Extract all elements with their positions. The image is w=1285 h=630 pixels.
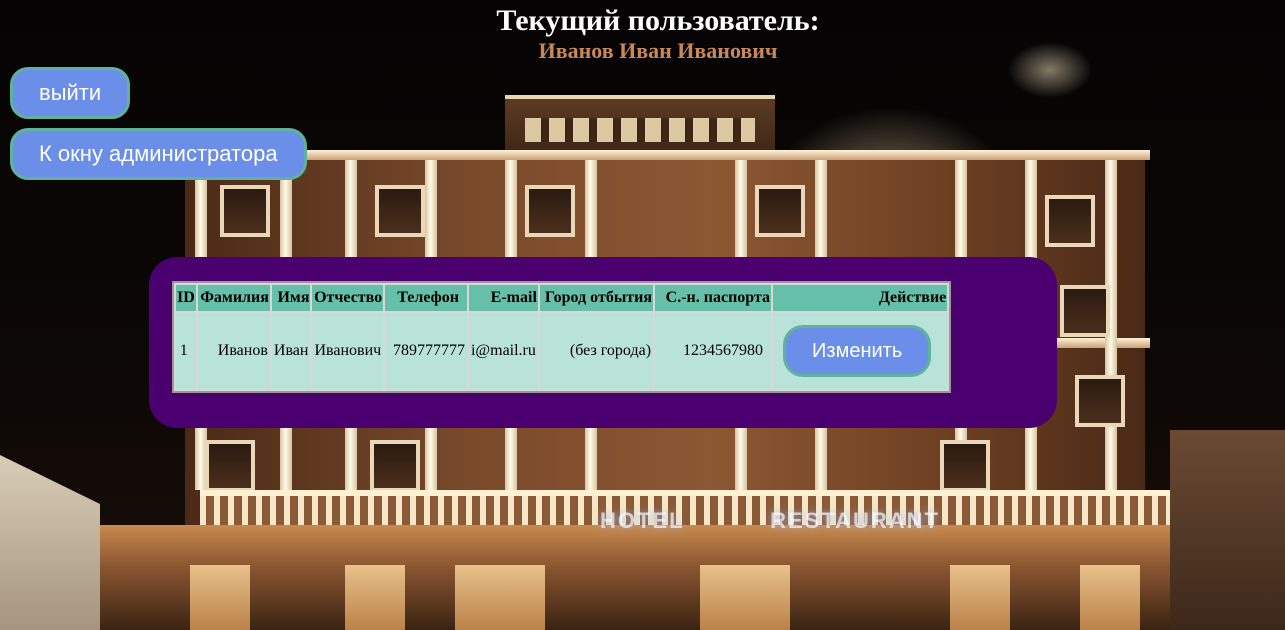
column-header-city: Город отбытия	[539, 285, 654, 311]
roof-windows	[525, 118, 755, 142]
neighbor-building-right	[1170, 430, 1285, 630]
column-header-last-name: Фамилия	[197, 285, 270, 311]
column-header-passport: С.-н. паспорта	[655, 285, 772, 311]
window	[525, 185, 575, 237]
window	[755, 185, 805, 237]
neighbor-building-left	[0, 455, 100, 630]
window	[1075, 375, 1125, 427]
window	[940, 440, 990, 492]
cell-passport: 1234567980	[655, 313, 772, 389]
column-header-phone: Телефон	[385, 285, 467, 311]
hotel-sign: HOTEL RESTAURANT	[600, 508, 940, 538]
ground-window	[1080, 565, 1140, 630]
ground-window	[950, 565, 1010, 630]
cell-patronymic: Иванович	[312, 313, 384, 389]
column-header-id: ID	[176, 285, 196, 311]
column-header-patronymic: Отчество	[312, 285, 384, 311]
ground-window	[190, 565, 250, 630]
users-table: ID Фамилия Имя Отчество Телефон E-mail Г…	[172, 281, 952, 393]
cell-first-name: Иван	[271, 313, 311, 389]
window	[1060, 285, 1110, 337]
hotel-sign-left: HOTEL	[600, 508, 685, 533]
table-header-row: ID Фамилия Имя Отчество Телефон E-mail Г…	[176, 285, 948, 311]
column-header-email: E-mail	[468, 285, 538, 311]
cell-action: Изменить	[773, 313, 948, 389]
table-row: 1 Иванов Иван Иванович 789777777 i@mail.…	[176, 313, 948, 389]
current-user-header: Текущий пользователь: Иванов Иван Иванов…	[0, 4, 1285, 64]
admin-window-button[interactable]: К окну администратора	[10, 128, 307, 180]
window	[1045, 195, 1095, 247]
cell-email: i@mail.ru	[468, 313, 538, 389]
window	[220, 185, 270, 237]
cell-last-name: Иванов	[197, 313, 270, 389]
window	[205, 440, 255, 492]
hotel-sign-right: RESTAURANT	[770, 508, 940, 533]
edit-button[interactable]: Изменить	[783, 325, 932, 377]
ground-floor	[95, 525, 1225, 630]
page-title: Текущий пользователь:	[496, 4, 820, 37]
ground-window	[700, 565, 790, 630]
ground-window	[345, 565, 405, 630]
window	[370, 440, 420, 492]
ground-window	[455, 565, 545, 630]
current-user-name: Иванов Иван Иванович	[538, 38, 778, 63]
logout-button[interactable]: выйти	[10, 67, 131, 119]
column-header-first-name: Имя	[271, 285, 311, 311]
cell-city: (без города)	[539, 313, 654, 389]
window	[375, 185, 425, 237]
column-header-action: Действие	[773, 285, 948, 311]
cell-phone: 789777777	[385, 313, 467, 389]
cell-id: 1	[176, 313, 196, 389]
